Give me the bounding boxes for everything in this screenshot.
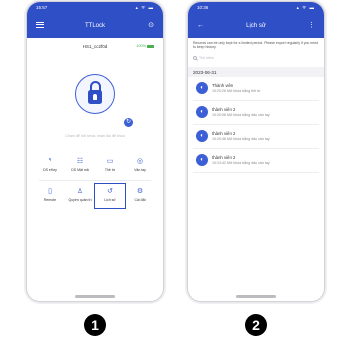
menu-item-passcode[interactable]: ☷ DS Mật mã	[65, 154, 95, 178]
record-detail: 10:20:08 Mở khóa bằng dấu vân tay	[212, 113, 270, 118]
retention-note: Records can be only kept for a limited p…	[193, 41, 319, 50]
menu-button[interactable]	[36, 22, 44, 30]
app-header: 10:36 ▴ ᯤ ▬ ← Lịch sử ⋮	[188, 2, 324, 38]
list-item[interactable]: ◐ thành viên 2 10:20:48 Mở khóa bằng dấu…	[193, 125, 319, 150]
scan-icon: ⊙	[148, 22, 154, 29]
card-icon: ▭	[106, 158, 114, 165]
lock-panel: HS1_cc2f0d 100% ↻ Chạm để mở khóa, nhấn …	[27, 38, 163, 301]
back-arrow-icon: ←	[197, 22, 204, 29]
function-grid: ᕐ DS eKey ☷ DS Mật mã ▭ Thẻ từ ◎ Vân tay	[35, 154, 155, 209]
history-panel: Records can be only kept for a limited p…	[188, 38, 324, 301]
menu-icon	[36, 22, 44, 28]
step-badge-2: 2	[245, 314, 267, 336]
menu-item-label: Vân tay	[134, 168, 146, 172]
status-time: 10:36	[197, 5, 209, 10]
battery-indicator: 100%	[136, 44, 154, 48]
menu-item-remote[interactable]: ▯ Remote	[35, 184, 65, 208]
settings-icon: ⚙	[136, 188, 144, 195]
unlock-hint: Chạm để mở khóa, nhấn lâu để khóa	[65, 134, 125, 138]
lock-name: HS1_cc2f0d	[82, 43, 108, 49]
date-label: 2023-06-31	[193, 69, 217, 75]
battery-icon	[147, 44, 154, 48]
unlock-button[interactable]	[75, 74, 115, 114]
padlock-icon	[88, 81, 102, 106]
ekey-icon: ᕐ	[48, 158, 52, 165]
title-row: ← Lịch sử ⋮	[188, 14, 324, 38]
record-name: Thành viên	[212, 83, 234, 89]
list-item[interactable]: ◐ thành viên 2 10:20:08 Mở khóa bằng dấu…	[193, 101, 319, 126]
sync-button[interactable]: ↻	[124, 118, 133, 127]
step-badge-1: 1	[84, 314, 106, 336]
menu-item-label: Remote	[43, 198, 57, 202]
list-item[interactable]: ◐ thành viên 2 10:23:42 Mở khóa bằng dấu…	[193, 149, 319, 174]
search-placeholder: Tìm kiếm	[199, 55, 214, 60]
phone-screen-history: 10:36 ▴ ᯤ ▬ ← Lịch sử ⋮ Records can be o…	[188, 2, 324, 301]
back-button[interactable]: ←	[197, 22, 204, 29]
page-title: Lịch sử	[246, 23, 266, 29]
user-icon: ◐	[196, 154, 208, 167]
list-item[interactable]: ◐ Thành viên 10:20:26 Mở khóa bằng thẻ t…	[193, 77, 319, 102]
passcode-icon: ☷	[76, 158, 84, 165]
app-title: TTLock	[84, 23, 105, 29]
record-detail: 10:20:26 Mở khóa bằng thẻ từ	[212, 89, 261, 94]
search-icon	[193, 55, 197, 60]
menu-item-label: Lịch sử	[104, 198, 116, 202]
record-detail: 10:20:48 Mở khóa bằng dấu vân tay	[212, 137, 270, 142]
user-icon: ◐	[196, 106, 208, 119]
user-icon: ◐	[196, 82, 208, 95]
search-input[interactable]: Tìm kiếm	[193, 53, 319, 62]
remote-icon: ▯	[48, 188, 52, 195]
grid-row-2: ▯ Remote ♙ Quyền quản trị ↺ Lịch sử ⚙ Cà…	[35, 183, 155, 209]
battery-text: 100%	[136, 44, 146, 48]
menu-item-label: DS Mật mã	[71, 168, 89, 172]
menu-item-admin[interactable]: ♙ Quyền quản trị	[65, 184, 95, 208]
status-bar: 15:57 ▴ ᯤ ▬	[27, 2, 163, 14]
more-vertical-icon: ⋮	[308, 22, 315, 29]
menu-item-fingerprint[interactable]: ◎ Vân tay	[125, 154, 155, 178]
menu-item-ekey[interactable]: ᕐ DS eKey	[35, 154, 65, 178]
status-icons: ▴ ᯤ ▬	[296, 5, 315, 10]
menu-item-label: Quyền quản trị	[68, 198, 92, 202]
record-detail: 10:23:42 Mở khóa bằng dấu vân tay	[212, 161, 270, 166]
fingerprint-icon: ◎	[136, 158, 144, 165]
record-name: thành viên 2	[212, 131, 236, 137]
menu-item-label: Cài đặt	[134, 198, 146, 202]
menu-item-label: Thẻ từ	[104, 168, 116, 172]
menu-item-settings[interactable]: ⚙ Cài đặt	[125, 184, 155, 208]
home-indicator	[236, 295, 276, 298]
history-icon: ↺	[107, 188, 113, 195]
grid-row-1: ᕐ DS eKey ☷ DS Mật mã ▭ Thẻ từ ◎ Vân tay	[35, 154, 155, 178]
home-indicator	[75, 295, 115, 298]
menu-item-label: DS eKey	[43, 168, 57, 172]
status-time: 15:57	[36, 5, 48, 10]
admin-icon: ♙	[76, 188, 84, 195]
date-header: 2023-06-31	[188, 67, 324, 78]
record-name: thành viên 2	[212, 155, 236, 161]
menu-item-history[interactable]: ↺ Lịch sử	[94, 183, 126, 209]
scan-button[interactable]: ⊙	[148, 22, 154, 29]
status-icons: ▴ ᯤ ▬	[135, 5, 154, 10]
status-bar: 10:36 ▴ ᯤ ▬	[188, 2, 324, 14]
more-button[interactable]: ⋮	[308, 22, 315, 29]
refresh-icon: ↻	[125, 119, 132, 125]
title-row: TTLock ⊙	[27, 14, 163, 38]
record-name: thành viên 2	[212, 107, 236, 113]
grid-divider	[39, 180, 151, 181]
phone-screen-lock-home: 15:57 ▴ ᯤ ▬ TTLock ⊙ HS1_cc2f0d 100% ↻ C…	[27, 2, 163, 301]
user-icon: ◐	[196, 130, 208, 143]
app-header: 15:57 ▴ ᯤ ▬ TTLock ⊙	[27, 2, 163, 38]
instruction-figure: 15:57 ▴ ᯤ ▬ TTLock ⊙ HS1_cc2f0d 100% ↻ C…	[0, 0, 342, 347]
menu-item-card[interactable]: ▭ Thẻ từ	[95, 154, 125, 178]
lock-name-row: HS1_cc2f0d 100%	[27, 38, 163, 54]
